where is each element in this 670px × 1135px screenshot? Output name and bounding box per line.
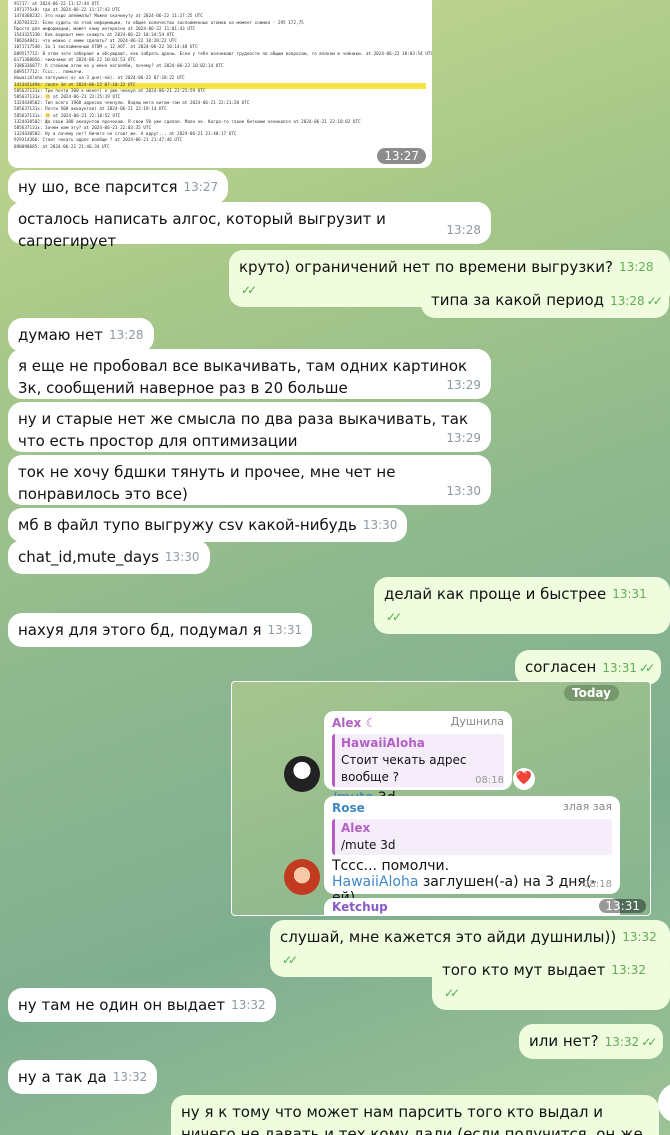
message-text: ну там не один он выдает xyxy=(18,996,226,1014)
incoming-message[interactable]: мб в файл тупо выгружу csv какой-нибудь 1… xyxy=(8,508,408,542)
date-divider: Today xyxy=(564,685,619,701)
sender-name: Rose xyxy=(332,801,365,815)
incoming-message[interactable]: ток не хочу бдшки тянуть и прочее, мне ч… xyxy=(8,455,491,505)
incoming-message[interactable]: я еще не пробовал все выкачивать, там од… xyxy=(8,349,491,399)
message-text: ток не хочу бдшки тянуть и прочее, мне ч… xyxy=(18,463,396,503)
reply-author: Alex xyxy=(341,821,371,835)
incoming-message[interactable]: ну а так да 13:32 xyxy=(8,1060,158,1094)
message-text: chat_id,mute_days xyxy=(18,548,159,566)
incoming-message[interactable]: думаю нет 13:28 xyxy=(8,318,154,352)
message-text: мб в файл тупо выгружу csv какой-нибудь xyxy=(18,516,357,534)
incoming-message[interactable]: chat_id,mute_days 13:30 xyxy=(8,540,210,574)
message-time: 13:30 xyxy=(446,484,481,498)
log-line: 890090685: at 2024-06-21 21:46:34 UTC xyxy=(14,144,110,150)
message-text: делай как проще и быстрее xyxy=(384,585,607,603)
reply-author: HawaiiAloha xyxy=(341,736,425,750)
message-time: 13:32 xyxy=(112,1070,148,1084)
outgoing-message[interactable]: ну я к тому что может нам парсить того к… xyxy=(171,1095,659,1135)
sender-name: Alex xyxy=(332,716,362,730)
double-check-icon: ✓✓ xyxy=(241,283,257,297)
incoming-message[interactable]: осталось написать алгос, который выгрузи… xyxy=(8,202,491,250)
chat-area: 91717: at 2024-06-22 11:17:44 UTC 1971775… xyxy=(0,0,670,1135)
outgoing-message[interactable]: делай как проще и быстрее 13:31 ✓✓ xyxy=(374,577,670,634)
member-title: злая зая xyxy=(563,800,612,813)
member-title: Душнила xyxy=(450,715,504,728)
message-time: 13:31 xyxy=(267,623,303,637)
message-text: ну шо, все парсится xyxy=(18,178,178,196)
message-time: 13:31 xyxy=(612,587,647,601)
embedded-chat-screenshot[interactable]: Today Alex ☾ Душнила HawaiiAloha Стоит ч… xyxy=(231,681,651,916)
message-time: 13:27 xyxy=(377,148,426,164)
reply-quote: Alex /mute 3d xyxy=(332,819,612,855)
outgoing-message[interactable]: согласен 13:31 ✓✓ xyxy=(515,650,662,685)
message-time: 13:32 xyxy=(611,963,646,977)
message-time: 08:18 xyxy=(583,879,612,890)
user-mention: HawaiiAloha xyxy=(332,874,419,890)
message-time: 13:28 xyxy=(446,223,481,237)
message-time: 08:18 xyxy=(475,775,504,786)
outgoing-message[interactable]: типа за какой период 13:28 ✓✓ xyxy=(421,283,669,318)
sender-name: Ketchup xyxy=(324,898,620,915)
message-time: 13:32 xyxy=(604,1035,640,1049)
incoming-message[interactable]: ну там не один он выдает 13:32 xyxy=(8,988,276,1022)
scroll-down-button[interactable] xyxy=(658,1083,670,1123)
message-text: осталось написать алгос, который выгрузи… xyxy=(18,210,386,250)
message-text: думаю нет xyxy=(18,326,103,344)
reply-text: /mute 3d xyxy=(341,838,396,852)
double-check-icon: ✓✓ xyxy=(638,661,655,675)
moon-icon: ☾ xyxy=(365,716,377,730)
outgoing-message[interactable]: того кто мут выдает 13:32 ✓✓ xyxy=(432,953,670,1010)
message-time: 13:29 xyxy=(446,378,481,392)
message-time: 13:31 xyxy=(599,899,646,913)
double-check-icon: ✓✓ xyxy=(282,953,298,967)
message-text: согласен xyxy=(525,658,597,676)
embedded-message-alex: Alex ☾ Душнила HawaiiAloha Стоит чекать … xyxy=(324,711,512,806)
message-time: 13:32 xyxy=(231,998,266,1012)
outgoing-message[interactable]: или нет? 13:32 ✓✓ xyxy=(519,1024,664,1059)
message-text: я еще не пробовал все выкачивать, там од… xyxy=(18,357,468,397)
message-time: 13:30 xyxy=(362,518,398,532)
message-text: ну а так да xyxy=(18,1068,107,1086)
message-text: нахуя для этого бд, подумал я xyxy=(18,621,262,639)
message-text: Тссс... помолчи. xyxy=(332,858,450,874)
message-text: того кто мут выдает xyxy=(442,961,606,979)
double-check-icon: ✓✓ xyxy=(386,610,402,624)
message-text: слушай, мне кажется это айди душнилы)) xyxy=(280,928,617,946)
message-time: 13:29 xyxy=(446,431,481,445)
incoming-message[interactable]: ну и старые нет же смысла по два раза вы… xyxy=(8,402,491,452)
avatar xyxy=(284,859,320,895)
message-time: 13:27 xyxy=(183,180,219,194)
embedded-message-rose: Rose злая зая Alex /mute 3d Тссс... помо… xyxy=(324,796,620,906)
message-text: типа за какой период xyxy=(431,291,605,309)
heart-reaction-icon: ❤️ xyxy=(513,768,535,790)
message-time: 13:31 xyxy=(602,661,637,675)
message-time: 13:28 xyxy=(618,260,654,274)
avatar xyxy=(284,756,320,792)
incoming-message[interactable]: нахуя для этого бд, подумал я 13:31 xyxy=(8,613,313,647)
log-line: 609517712: В этом чате заберают и обсужд… xyxy=(14,51,432,57)
double-check-icon: ✓✓ xyxy=(641,1035,657,1049)
message-time: 13:30 xyxy=(164,550,200,564)
message-text: или нет? xyxy=(529,1032,599,1050)
log-screenshot-image[interactable]: 91717: at 2024-06-22 11:17:44 UTC 1971775… xyxy=(8,0,432,168)
log-text: 91717: at 2024-06-22 11:17:44 UTC 1971775… xyxy=(8,0,432,153)
message-time: 13:32 xyxy=(622,930,657,944)
double-check-icon: ✓✓ xyxy=(444,986,460,1000)
incoming-message[interactable]: ну шо, все парсится 13:27 xyxy=(8,170,229,204)
message-time: 13:28 xyxy=(610,294,645,308)
message-text: ну и старые нет же смысла по два раза вы… xyxy=(18,410,469,450)
message-text: круто) ограничений нет по времени выгруз… xyxy=(239,258,613,276)
message-text: ну я к тому что может нам парсить того к… xyxy=(181,1103,643,1135)
double-check-icon: ✓✓ xyxy=(646,294,663,308)
message-time: 13:28 xyxy=(108,328,144,342)
